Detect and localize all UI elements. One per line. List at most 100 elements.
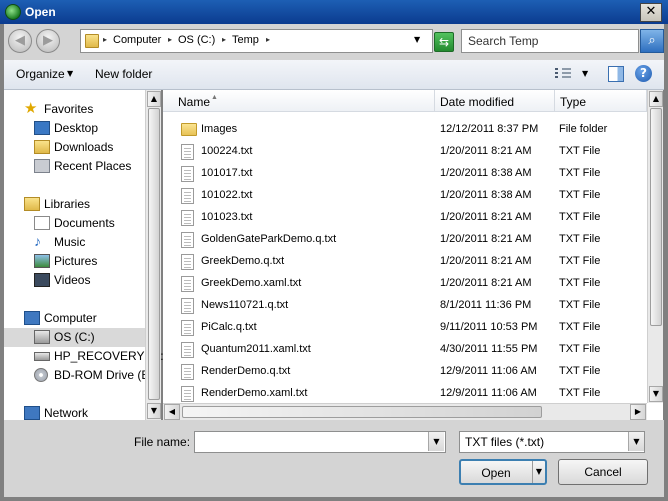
file-row[interactable]: Images 12/12/2011 8:37 PM File folder (181, 119, 649, 141)
cancel-button[interactable]: Cancel (558, 459, 648, 485)
chevron-right-icon[interactable]: ▸ (266, 35, 270, 44)
file-row[interactable]: RenderDemo.xaml.txt 12/9/2011 11:06 AM TXT… (181, 383, 649, 405)
dialog-footer: File name: ▼ TXT files (*.txt) ▼ Open ▼ … (4, 420, 664, 497)
command-bar: Organize ▼ New folder ▼ ? (4, 60, 664, 90)
nav-scroll-thumb[interactable] (148, 108, 160, 400)
text-file-icon (181, 166, 194, 182)
file-type: TXT File (559, 255, 601, 267)
file-name: 101022.txt (201, 189, 253, 201)
disc-icon (34, 368, 48, 382)
network-icon (24, 406, 40, 420)
close-button[interactable]: ✕ (640, 3, 662, 22)
file-scroll-thumb[interactable] (650, 108, 662, 326)
search-input[interactable]: Search Temp (461, 29, 639, 53)
file-type: TXT File (559, 211, 601, 223)
recent-places-icon (34, 159, 50, 173)
file-vscrollbar[interactable]: ▲ ▼ (647, 90, 663, 403)
file-name: 101023.txt (201, 211, 253, 223)
file-name: GreekDemo.q.txt (201, 255, 285, 267)
new-folder-button[interactable]: New folder (95, 67, 152, 81)
file-date-modified: 1/20/2011 8:21 AM (440, 145, 532, 157)
file-row[interactable]: News110721.q.txt 8/1/2011 11:36 PM TXT Fil… (181, 295, 649, 317)
back-button[interactable]: ◀ (8, 29, 32, 53)
file-type: TXT File (559, 189, 601, 201)
chevron-right-icon[interactable]: ▸ (168, 35, 172, 44)
file-row[interactable]: Quantum2011.xaml.txt 4/30/2011 11:55 PM TX… (181, 339, 649, 361)
file-type: TXT File (559, 167, 601, 179)
documents-icon (34, 216, 50, 230)
file-row[interactable]: 101023.txt 1/20/2011 8:21 AM TXT File (181, 207, 649, 229)
file-name: Quantum2011.xaml.txt (201, 343, 311, 355)
text-file-icon (181, 364, 194, 380)
file-type: TXT File (559, 321, 601, 333)
file-name: Images (201, 123, 238, 135)
column-header-name[interactable]: Name ▲ (163, 90, 435, 112)
file-row[interactable]: GreekDemo.q.txt 1/20/2011 8:21 AM TXT File (181, 251, 649, 273)
pictures-icon (34, 254, 50, 268)
scroll-down-icon[interactable]: ▼ (147, 403, 161, 419)
text-file-icon (181, 386, 194, 402)
file-name: RenderDemo.xaml.txt (201, 387, 308, 399)
column-header-type[interactable]: Type (555, 90, 647, 112)
file-date-modified: 12/9/2011 11:06 AM (440, 387, 537, 399)
scroll-up-icon[interactable]: ▲ (147, 91, 161, 107)
text-file-icon (181, 276, 194, 292)
file-date-modified: 12/9/2011 11:06 AM (440, 365, 537, 377)
file-type: TXT File (559, 233, 601, 245)
chevron-down-icon[interactable]: ▼ (67, 69, 73, 78)
file-date-modified: 1/20/2011 8:38 AM (440, 167, 532, 179)
column-header-date[interactable]: Date modified (435, 90, 555, 112)
scroll-right-icon[interactable]: ▶ (630, 404, 646, 420)
file-name: 101017.txt (201, 167, 253, 179)
music-icon: ♪ (34, 233, 41, 249)
refresh-icon[interactable]: ⇆ (434, 32, 454, 52)
file-hscrollbar[interactable]: ◀ ▶ (163, 403, 647, 420)
scroll-up-icon[interactable]: ▲ (649, 91, 663, 107)
file-date-modified: 1/20/2011 8:38 AM (440, 189, 532, 201)
open-split-dropdown-icon[interactable]: ▼ (532, 461, 545, 483)
file-type-select[interactable]: TXT files (*.txt) (459, 431, 645, 453)
scroll-left-icon[interactable]: ◀ (164, 404, 180, 420)
preview-pane-icon[interactable] (608, 66, 624, 82)
organize-button[interactable]: Organize (16, 67, 65, 81)
chevron-right-icon[interactable]: ▸ (222, 35, 226, 44)
help-icon[interactable]: ? (635, 65, 652, 82)
file-name: GoldenGateParkDemo.q.txt (201, 233, 337, 245)
file-row[interactable]: PiCalc.q.txt 9/11/2011 10:53 PM TXT File (181, 317, 649, 339)
breadcrumb-os-c[interactable]: OS (C:) (178, 34, 215, 46)
views-dropdown-icon[interactable]: ▼ (582, 69, 588, 78)
nav-item-os-c[interactable]: OS (C:) (4, 328, 145, 347)
search-icon[interactable]: ⌕ (640, 29, 664, 53)
address-bar[interactable]: ▸ Computer ▸ OS (C:) ▸ Temp ▸ ▼ (80, 29, 433, 53)
folder-icon (181, 123, 197, 136)
file-type: TXT File (559, 299, 601, 311)
views-icon[interactable] (555, 66, 571, 80)
file-row[interactable]: RenderDemo.q.txt 12/9/2011 11:06 AM TXT Fi… (181, 361, 649, 383)
file-type-dropdown-icon[interactable]: ▼ (628, 432, 644, 451)
file-name-dropdown-icon[interactable]: ▼ (428, 432, 444, 451)
file-row[interactable]: 101017.txt 1/20/2011 8:38 AM TXT File (181, 163, 649, 185)
file-row[interactable]: 101022.txt 1/20/2011 8:38 AM TXT File (181, 185, 649, 207)
scroll-down-icon[interactable]: ▼ (649, 386, 663, 402)
file-date-modified: 8/1/2011 11:36 PM (440, 299, 532, 311)
file-date-modified: 4/30/2011 11:55 PM (440, 343, 538, 355)
address-dropdown-icon[interactable]: ▼ (414, 35, 420, 44)
file-date-modified: 12/12/2011 8:37 PM (440, 123, 539, 135)
breadcrumb-computer[interactable]: Computer (113, 34, 161, 46)
videos-icon (34, 273, 50, 287)
drive-icon (34, 330, 50, 344)
file-hscroll-thumb[interactable] (182, 406, 542, 418)
desktop-icon (34, 121, 50, 135)
file-row[interactable]: GreekDemo.xaml.txt 1/20/2011 8:21 AM TXT F… (181, 273, 649, 295)
text-file-icon (181, 298, 194, 314)
text-file-icon (181, 232, 194, 248)
file-name: 100224.txt (201, 145, 253, 157)
forward-button[interactable]: ▶ (36, 29, 60, 53)
file-name-input[interactable] (194, 431, 446, 453)
nav-scrollbar[interactable]: ▲ ▼ (145, 90, 161, 420)
file-row[interactable]: 100224.txt 1/20/2011 8:21 AM TXT File (181, 141, 649, 163)
title-bar[interactable]: Open ✕ (0, 0, 668, 24)
chevron-right-icon[interactable]: ▸ (103, 35, 107, 44)
breadcrumb-temp[interactable]: Temp (232, 34, 259, 46)
file-row[interactable]: GoldenGateParkDemo.q.txt 1/20/2011 8:21 A… (181, 229, 649, 251)
